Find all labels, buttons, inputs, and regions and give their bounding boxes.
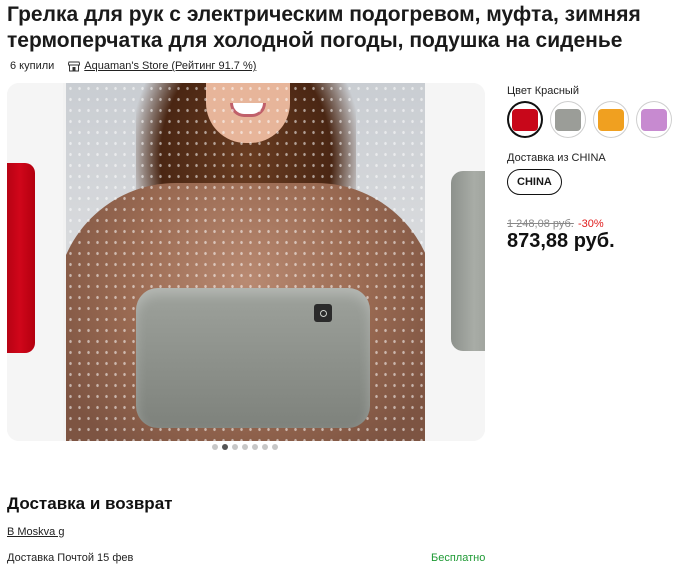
image-gallery[interactable]	[7, 83, 485, 441]
sold-count: 6 купили	[10, 60, 55, 72]
gallery-dot[interactable]	[262, 444, 268, 450]
next-image-preview[interactable]	[425, 83, 485, 441]
color-swatch-orange[interactable]	[593, 101, 629, 138]
old-price: 1 248,08 руб.	[507, 218, 574, 230]
color-swatch-gray[interactable]	[550, 101, 586, 138]
product-meta: 6 купили Aquaman's Store (Рейтинг 91.7 %…	[10, 60, 256, 72]
current-price: 873,88 руб.	[507, 230, 615, 252]
product-title: Грелка для рук с электрическим подогрево…	[7, 3, 641, 52]
color-label: Цвет Красный	[507, 85, 579, 97]
store-link[interactable]: Aquaman's Store (Рейтинг 91.7 %)	[84, 60, 256, 72]
color-swatch-red[interactable]	[507, 101, 543, 138]
delivery-heading: Доставка и возврат	[7, 494, 173, 513]
prev-image-preview[interactable]	[7, 83, 63, 441]
gallery-pagination	[212, 444, 278, 450]
gallery-dot[interactable]	[242, 444, 248, 450]
delivery-city-link[interactable]: В Moskva g	[7, 526, 64, 538]
gallery-dot[interactable]	[222, 444, 228, 450]
shipping-option-china[interactable]: CHINA	[507, 169, 562, 195]
gallery-dot[interactable]	[252, 444, 258, 450]
color-swatches	[507, 101, 672, 138]
color-swatch-purple[interactable]	[636, 101, 672, 138]
gallery-dot[interactable]	[272, 444, 278, 450]
store-icon	[68, 61, 81, 72]
power-button-icon	[314, 304, 332, 322]
delivery-cost: Бесплатно	[431, 552, 486, 564]
hand-muff	[136, 288, 370, 428]
discount-badge: -30%	[578, 218, 604, 230]
shipping-from-label: Доставка из CHINA	[507, 152, 606, 164]
gallery-dot[interactable]	[232, 444, 238, 450]
gallery-dot[interactable]	[212, 444, 218, 450]
delivery-method: Доставка Почтой 15 фев	[7, 552, 134, 564]
product-photo[interactable]	[66, 83, 425, 441]
